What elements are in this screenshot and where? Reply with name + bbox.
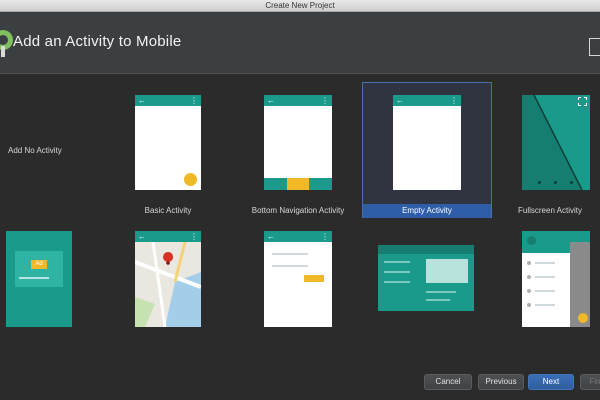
template-maps-activity[interactable]: ← ⋮: [118, 225, 218, 335]
list-item-line: [384, 281, 410, 283]
avatar: [527, 236, 536, 245]
app-bar: ← ⋮: [135, 95, 201, 106]
app-bar: ← ⋮: [393, 95, 461, 106]
wizard-header: Add an Activity to Mobile: [0, 12, 600, 74]
master-detail-preview: [378, 245, 474, 311]
template-navigation-drawer-activity[interactable]: [508, 225, 600, 335]
fullscreen-preview: [522, 95, 590, 190]
overflow-menu-icon: ⋮: [321, 232, 329, 241]
drawer-item-line: [535, 304, 555, 306]
app-bar: ← ⋮: [264, 95, 332, 106]
fullscreen-diagonal-graphic: [522, 95, 583, 190]
email-field-line: [272, 253, 308, 255]
drawer-item-line: [535, 290, 555, 292]
map-graphic: [135, 242, 201, 327]
template-basic-activity[interactable]: ← ⋮ Basic Activity: [118, 85, 218, 220]
overflow-menu-icon: ⋮: [321, 96, 329, 105]
drawer-item-icon: [527, 289, 531, 293]
previous-button[interactable]: Previous: [478, 374, 524, 390]
ad-chip: Ad: [31, 260, 47, 269]
drawer-item-icon: [527, 303, 531, 307]
device-form-factor-icon: [589, 38, 600, 56]
template-label: Basic Activity: [144, 206, 192, 215]
back-arrow-icon: ←: [396, 96, 404, 105]
template-label: Empty Activity: [363, 204, 491, 218]
admob-preview: Ad: [6, 231, 72, 327]
back-arrow-icon: ←: [267, 232, 275, 241]
back-arrow-icon: ←: [138, 96, 146, 105]
template-admob-activity[interactable]: Ad: [0, 225, 80, 335]
template-fullscreen-activity[interactable]: Fullscreen Activity: [508, 85, 600, 220]
wizard-footer: Cancel Previous Next Finish: [0, 365, 600, 400]
app-bar: ← ⋮: [135, 231, 201, 242]
overflow-menu-icon: ⋮: [450, 96, 458, 105]
empty-activity-preview: ← ⋮: [393, 95, 461, 190]
maps-preview: ← ⋮: [135, 231, 201, 327]
back-arrow-icon: ←: [138, 232, 146, 241]
tablet-app-bar: [378, 245, 474, 254]
password-field-line: [272, 265, 308, 267]
template-login-activity[interactable]: ← ⋮: [238, 225, 358, 335]
list-item-line: [384, 261, 410, 263]
overflow-menu-icon: ⋮: [190, 96, 198, 105]
list-item-line: [384, 271, 410, 273]
drawer-item-line: [535, 276, 555, 278]
window-title: Create New Project: [265, 1, 335, 10]
navigation-drawer-preview: [522, 231, 590, 327]
basic-activity-preview: ← ⋮: [135, 95, 201, 190]
detail-line: [426, 299, 450, 301]
activity-template-gallery[interactable]: Add No Activity ← ⋮ Basic Activity ← ⋮ B…: [0, 75, 600, 365]
app-bar: ← ⋮: [264, 231, 332, 242]
detail-pane: [426, 259, 468, 283]
template-empty-activity[interactable]: ← ⋮ Empty Activity: [362, 82, 492, 218]
fab-icon: [578, 313, 588, 323]
drawer-item-line: [535, 262, 555, 264]
next-button[interactable]: Next: [528, 374, 574, 390]
nav-dot-icon: [554, 181, 557, 184]
bottom-nav-active-item: [287, 178, 309, 190]
sign-in-button-preview: [304, 275, 324, 282]
bottom-nav-bar: [264, 178, 332, 190]
login-preview: ← ⋮: [264, 231, 332, 327]
template-bottom-navigation-activity[interactable]: ← ⋮ Bottom Navigation Activity: [238, 85, 358, 220]
window-titlebar: Create New Project: [0, 0, 600, 12]
bottom-navigation-preview: ← ⋮: [264, 95, 332, 190]
overflow-menu-icon: ⋮: [190, 232, 198, 241]
drawer-item-icon: [527, 261, 531, 265]
nav-dot-icon: [570, 181, 573, 184]
drawer-item-icon: [527, 275, 531, 279]
page-title: Add an Activity to Mobile: [13, 33, 182, 50]
detail-line: [426, 291, 456, 293]
back-arrow-icon: ←: [267, 96, 275, 105]
template-label: Bottom Navigation Activity: [251, 206, 345, 215]
app-bar: [570, 231, 590, 242]
template-label: Fullscreen Activity: [518, 206, 583, 215]
nav-dot-icon: [538, 181, 541, 184]
template-label: Add No Activity: [8, 146, 62, 155]
finish-button[interactable]: Finish: [580, 374, 600, 390]
android-studio-logo-icon: [0, 30, 13, 57]
fab-icon: [184, 173, 197, 186]
template-no-activity[interactable]: Add No Activity: [0, 95, 100, 207]
cancel-button[interactable]: Cancel: [424, 374, 472, 390]
fullscreen-toggle-icon: [578, 97, 587, 106]
ad-banner: Ad: [15, 251, 63, 287]
ad-text-line: [19, 277, 49, 279]
template-master-detail-activity[interactable]: [372, 235, 482, 325]
